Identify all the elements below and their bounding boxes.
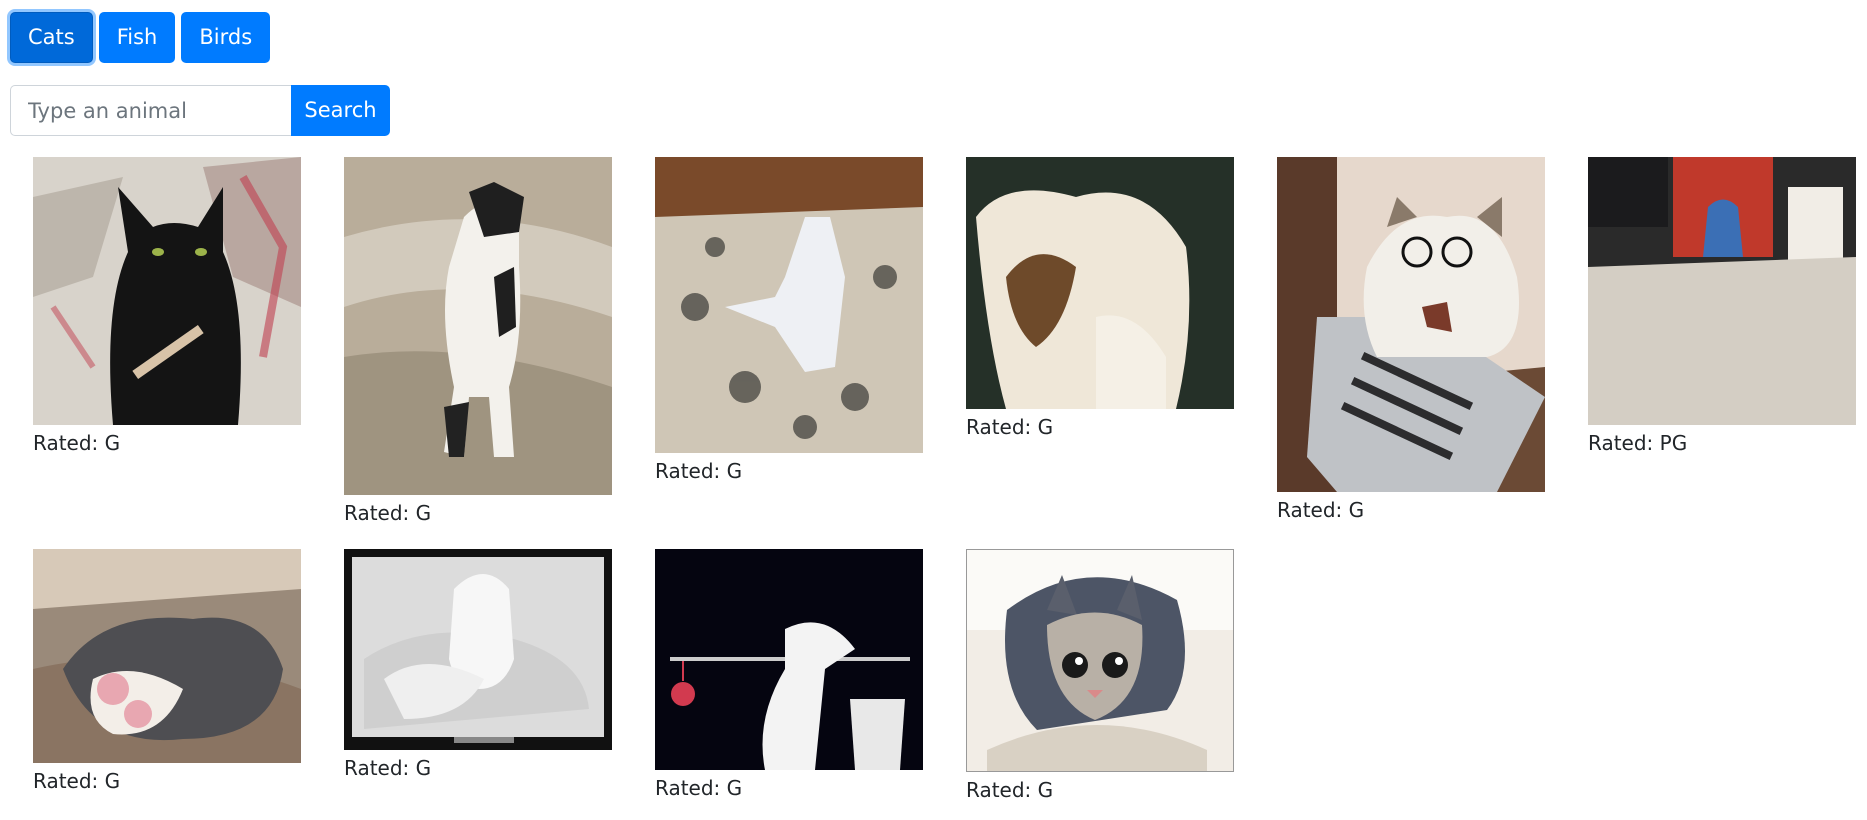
rating-label: Rated: G [655,459,743,483]
gif-card: Rated: G [344,549,612,780]
gif-image-white-cat[interactable] [344,549,612,750]
fish-button[interactable]: Fish [98,12,176,63]
gif-card: Rated: G [33,157,301,455]
rating-label: Rated: G [33,769,121,793]
gif-card: Rated: G [344,157,612,525]
gif-image-fluffy-cat[interactable] [966,157,1234,409]
gif-card: Rated: G [33,549,301,793]
gif-image-black-cat[interactable] [33,157,301,425]
rating-label: Rated: G [966,415,1054,439]
gif-image-standing-cat[interactable] [344,157,612,495]
search-button[interactable]: Search [291,85,390,136]
rating-label: Rated: G [33,431,121,455]
animal-search-input[interactable] [10,85,291,136]
cats-button[interactable]: Cats [10,12,93,63]
gif-card: Rated: G [655,549,923,800]
rating-label: Rated: G [344,501,432,525]
rating-label: Rated: G [1277,498,1365,522]
gif-card: Rated: G [966,549,1234,802]
birds-button[interactable]: Birds [181,12,271,63]
gif-image-sleeping-kitten[interactable] [33,549,301,763]
gif-card: Rated: G [966,157,1234,439]
gif-card: Rated: PG [1588,157,1856,455]
search-bar: Search [10,85,390,136]
rating-label: Rated: G [655,776,743,800]
gif-image-tabby-cat[interactable] [966,549,1234,772]
gif-image-cat-laptop[interactable] [1277,157,1545,492]
gif-image-cat-bar[interactable] [655,549,923,770]
rating-label: Rated: G [966,778,1054,802]
gif-card: Rated: G [655,157,923,483]
rating-label: Rated: PG [1588,431,1688,455]
gif-image-carpet-room[interactable] [1588,157,1856,425]
animal-category-toolbar: Cats Fish Birds [10,12,271,63]
gif-card: Rated: G [1277,157,1545,522]
rating-label: Rated: G [344,756,432,780]
gif-image-dancing-cat[interactable] [655,157,923,453]
